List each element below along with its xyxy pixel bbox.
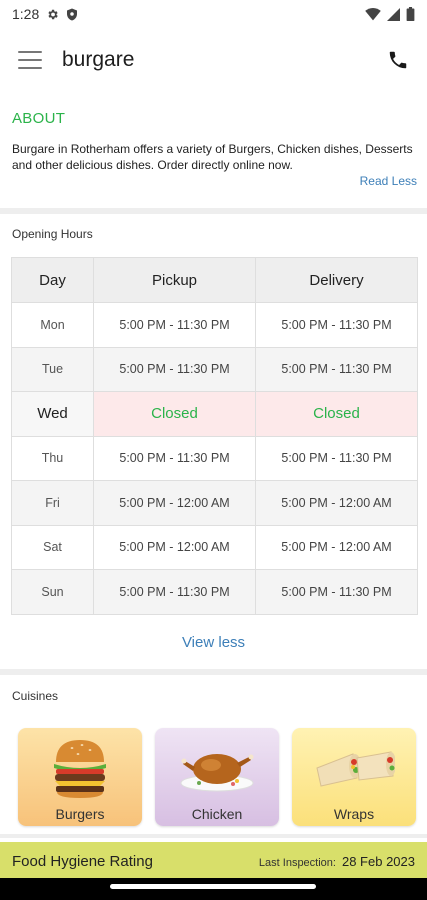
page-title: burgare	[62, 48, 135, 71]
table-row: Sun 5:00 PM - 11:30 PM 5:00 PM - 11:30 P…	[11, 569, 418, 615]
food-hygiene-bar[interactable]: Food Hygiene Rating Last Inspection: 28 …	[0, 842, 427, 880]
wrap-image	[292, 732, 416, 804]
delivery-cell: 5:00 PM - 11:30 PM	[255, 346, 418, 392]
section-divider	[0, 208, 427, 214]
delivery-cell: 5:00 PM - 11:30 PM	[255, 435, 418, 481]
system-navigation-bar	[0, 878, 427, 900]
wifi-icon	[365, 7, 381, 21]
table-row: Fri 5:00 PM - 12:00 AM 5:00 PM - 12:00 A…	[11, 480, 418, 526]
day-cell: Wed	[11, 391, 94, 437]
delivery-cell: 5:00 PM - 11:30 PM	[255, 569, 418, 615]
delivery-cell: 5:00 PM - 12:00 AM	[255, 524, 418, 570]
chicken-image	[155, 732, 279, 804]
inspection-info: Last Inspection: 28 Feb 2023	[259, 854, 415, 869]
cuisines-list: Burgers Chicken Wraps	[18, 728, 416, 826]
status-time: 1:28	[12, 6, 40, 22]
day-cell: Mon	[11, 302, 94, 348]
pickup-cell: 5:00 PM - 11:30 PM	[93, 435, 256, 481]
pickup-cell: 5:00 PM - 11:30 PM	[93, 302, 256, 348]
signal-icon	[387, 7, 400, 21]
about-text: Burgare in Rotherham offers a variety of…	[12, 142, 413, 172]
pickup-cell: 5:00 PM - 12:00 AM	[93, 524, 256, 570]
cuisine-label: Burgers	[55, 806, 105, 822]
cuisine-label: Chicken	[191, 806, 243, 822]
col-header-pickup: Pickup	[93, 257, 256, 303]
opening-hours-label: Opening Hours	[12, 227, 93, 241]
battery-icon	[406, 7, 415, 21]
opening-hours-table: Day Pickup Delivery Mon 5:00 PM - 11:30 …	[11, 257, 418, 615]
delivery-cell: 5:00 PM - 12:00 AM	[255, 480, 418, 526]
col-header-delivery: Delivery	[255, 257, 418, 303]
day-cell: Sun	[11, 569, 94, 615]
burger-image	[18, 732, 142, 804]
cuisine-card-wraps[interactable]: Wraps	[292, 728, 416, 826]
read-less-link[interactable]: Read Less	[360, 174, 417, 188]
table-row: Sat 5:00 PM - 12:00 AM 5:00 PM - 12:00 A…	[11, 524, 418, 570]
status-bar: 1:28	[0, 0, 427, 28]
delivery-cell: Closed	[255, 391, 418, 437]
cuisine-card-chicken[interactable]: Chicken	[155, 728, 279, 826]
pickup-cell: Closed	[93, 391, 256, 437]
delivery-cell: 5:00 PM - 11:30 PM	[255, 302, 418, 348]
day-cell: Thu	[11, 435, 94, 481]
app-bar: burgare	[0, 38, 427, 82]
settings-gear-icon	[46, 8, 59, 21]
pickup-cell: 5:00 PM - 12:00 AM	[93, 480, 256, 526]
hygiene-title: Food Hygiene Rating	[12, 852, 153, 870]
home-gesture-handle[interactable]	[110, 884, 316, 889]
day-cell: Sat	[11, 524, 94, 570]
day-cell: Tue	[11, 346, 94, 392]
view-less-link[interactable]: View less	[0, 634, 427, 651]
about-section: ABOUT Burgare in Rotherham offers a vari…	[0, 110, 427, 173]
shield-icon	[66, 8, 78, 21]
cuisines-label: Cuisines	[12, 689, 59, 703]
col-header-day: Day	[11, 257, 94, 303]
cuisine-card-burgers[interactable]: Burgers	[18, 728, 142, 826]
menu-icon[interactable]	[18, 51, 42, 69]
table-row-today: Wed Closed Closed	[11, 391, 418, 437]
table-row: Thu 5:00 PM - 11:30 PM 5:00 PM - 11:30 P…	[11, 435, 418, 481]
section-divider	[0, 669, 427, 675]
about-heading: ABOUT	[12, 110, 66, 127]
table-row: Tue 5:00 PM - 11:30 PM 5:00 PM - 11:30 P…	[11, 346, 418, 392]
inspection-label: Last Inspection:	[258, 856, 336, 869]
table-row: Mon 5:00 PM - 11:30 PM 5:00 PM - 11:30 P…	[11, 302, 418, 348]
section-divider	[0, 834, 427, 838]
inspection-date: 28 Feb 2023	[341, 853, 415, 869]
cuisine-label: Wraps	[333, 806, 375, 822]
pickup-cell: 5:00 PM - 11:30 PM	[93, 346, 256, 392]
table-header-row: Day Pickup Delivery	[11, 257, 418, 303]
pickup-cell: 5:00 PM - 11:30 PM	[93, 569, 256, 615]
day-cell: Fri	[11, 480, 94, 526]
phone-icon[interactable]	[387, 49, 409, 71]
